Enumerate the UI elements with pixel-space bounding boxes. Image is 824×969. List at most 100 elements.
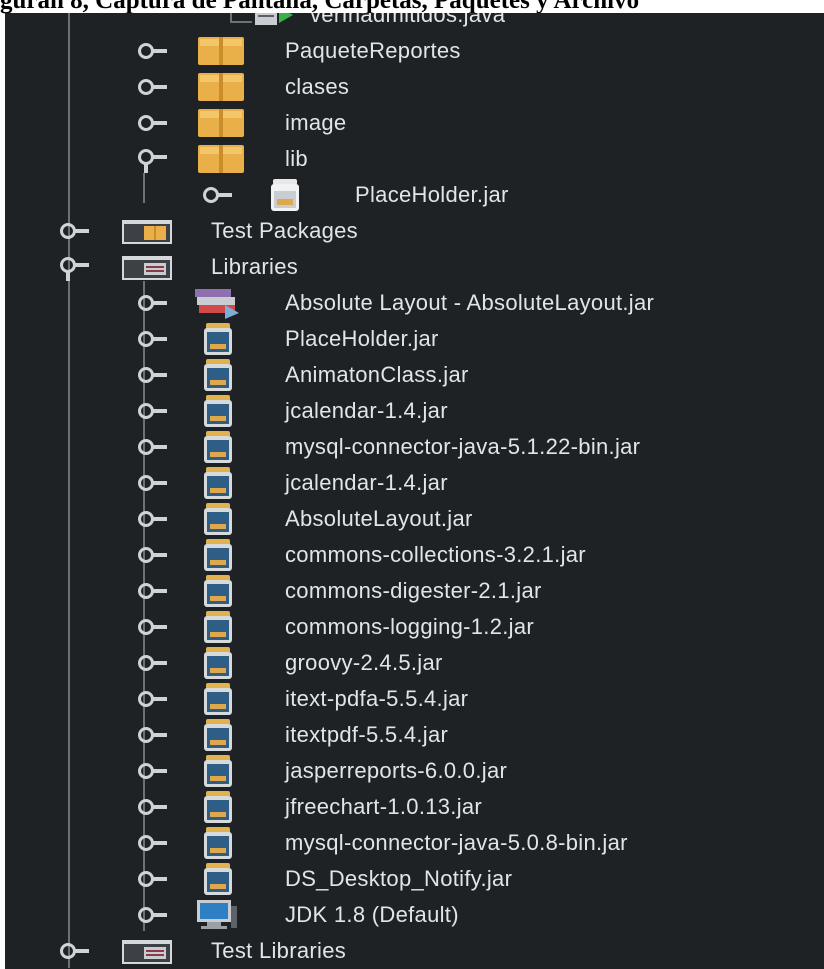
tree-row-verinadmitidos-java[interactable]: verInadmitidos.java: [5, 13, 824, 33]
expand-handle-icon[interactable]: [138, 469, 176, 497]
tree-row-image[interactable]: image: [5, 105, 824, 141]
jdk-icon: [197, 900, 237, 929]
jar-icon: [204, 467, 232, 499]
tree-item-label: verInadmitidos.java: [310, 13, 506, 27]
tree-item-label: PlaceHolder.jar: [285, 326, 439, 351]
package-icon: [198, 73, 244, 101]
expand-handle-icon[interactable]: [138, 613, 176, 641]
package-icon: [198, 109, 244, 137]
libraries-folder-icon: [122, 256, 172, 280]
jar-icon: [204, 539, 232, 571]
tree-item-label: image: [285, 110, 347, 135]
expand-handle-icon[interactable]: [138, 901, 176, 929]
tree-item-label: mysql-connector-java-5.1.22-bin.jar: [285, 434, 641, 459]
jar-icon: [204, 611, 232, 643]
expand-handle-icon[interactable]: [138, 649, 176, 677]
tree-row-jdk[interactable]: JDK 1.8 (Default): [5, 897, 824, 933]
tree-item-label: itextpdf-5.5.4.jar: [285, 722, 449, 747]
tree-row-jar[interactable]: itext-pdfa-5.5.4.jar: [5, 681, 824, 717]
tree-row-jar[interactable]: AbsoluteLayout.jar: [5, 501, 824, 537]
expand-handle-icon[interactable]: [138, 397, 176, 425]
tree-row-jar[interactable]: DS_Desktop_Notify.jar: [5, 861, 824, 897]
tree-item-label: groovy-2.4.5.jar: [285, 650, 443, 675]
collapse-handle-icon[interactable]: [138, 143, 176, 173]
expand-handle-icon[interactable]: [138, 505, 176, 533]
tree-item-label: AbsoluteLayout.jar: [285, 506, 473, 531]
tree-row-placeholder-jar[interactable]: PlaceHolder.jar: [5, 177, 824, 213]
expand-handle-icon[interactable]: [60, 217, 98, 245]
jar-icon: [204, 827, 232, 859]
expand-handle-icon[interactable]: [203, 181, 241, 209]
tree-row-jar[interactable]: jcalendar-1.4.jar: [5, 393, 824, 429]
expand-handle-icon[interactable]: [60, 937, 98, 965]
tree-row-test-libraries[interactable]: Test Libraries: [5, 933, 824, 969]
package-icon: [198, 37, 244, 65]
expand-handle-icon[interactable]: [138, 721, 176, 749]
libraries-folder-icon: [122, 940, 172, 964]
jar-icon: [204, 683, 232, 715]
package-icon: [198, 145, 244, 173]
expand-handle-icon[interactable]: [138, 361, 176, 389]
expand-handle-icon[interactable]: [138, 325, 176, 353]
jar-icon: [204, 755, 232, 787]
jar-icon: [271, 179, 299, 211]
tree-row-jar[interactable]: AnimatonClass.jar: [5, 357, 824, 393]
expand-handle-icon[interactable]: [138, 289, 176, 317]
tree-row-jar[interactable]: commons-logging-1.2.jar: [5, 609, 824, 645]
expand-handle-icon[interactable]: [138, 541, 176, 569]
tree-row-libraries[interactable]: Libraries: [5, 249, 824, 285]
tree-row-lib[interactable]: lib: [5, 141, 824, 177]
tree-row-test-packages[interactable]: Test Packages: [5, 213, 824, 249]
tree-item-label: DS_Desktop_Notify.jar: [285, 866, 513, 891]
jar-icon: [204, 431, 232, 463]
jar-icon: [204, 575, 232, 607]
tree-row-jar[interactable]: jfreechart-1.0.13.jar: [5, 789, 824, 825]
tree-item-label: PaqueteReportes: [285, 38, 461, 63]
expand-handle-icon[interactable]: [138, 37, 176, 65]
jar-icon: [204, 647, 232, 679]
tree-item-label: commons-digester-2.1.jar: [285, 578, 542, 603]
expand-handle-icon[interactable]: [138, 865, 176, 893]
tree-row-jar[interactable]: jcalendar-1.4.jar: [5, 465, 824, 501]
tree-item-label: lib: [285, 146, 308, 171]
expand-handle-icon[interactable]: [138, 577, 176, 605]
expand-handle-icon[interactable]: [138, 685, 176, 713]
project-tree-panel: verInadmitidos.java PaqueteReportes clas…: [5, 13, 824, 969]
expand-handle-icon[interactable]: [138, 433, 176, 461]
tree-row-jar[interactable]: commons-collections-3.2.1.jar: [5, 537, 824, 573]
tree-item-label: JDK 1.8 (Default): [285, 902, 459, 927]
tree-item-label: Test Libraries: [211, 938, 347, 963]
tree-row-absolute-layout-library[interactable]: Absolute Layout - AbsoluteLayout.jar: [5, 285, 824, 321]
expand-handle-icon[interactable]: [138, 793, 176, 821]
expand-handle-icon[interactable]: [138, 109, 176, 137]
tree-row-jar[interactable]: mysql-connector-java-5.1.22-bin.jar: [5, 429, 824, 465]
tree-item-label: mysql-connector-java-5.0.8-bin.jar: [285, 830, 628, 855]
jar-icon: [204, 359, 232, 391]
java-file-icon: [255, 13, 293, 25]
jar-icon: [204, 719, 232, 751]
tree-row-jar[interactable]: PlaceHolder.jar: [5, 321, 824, 357]
tree-row-jar[interactable]: groovy-2.4.5.jar: [5, 645, 824, 681]
expand-handle-icon[interactable]: [138, 829, 176, 857]
tree-row-paquetereportes[interactable]: PaqueteReportes: [5, 33, 824, 69]
jar-icon: [204, 503, 232, 535]
tree-row-jar[interactable]: mysql-connector-java-5.0.8-bin.jar: [5, 825, 824, 861]
tree-item-label: AnimatonClass.jar: [285, 362, 469, 387]
collapse-handle-icon[interactable]: [60, 251, 98, 281]
tree-row-jar[interactable]: commons-digester-2.1.jar: [5, 573, 824, 609]
tree-item-label: commons-logging-1.2.jar: [285, 614, 535, 639]
tree-item-label: Libraries: [211, 254, 299, 279]
expand-handle-icon[interactable]: [138, 73, 176, 101]
tree-item-label: Test Packages: [211, 218, 358, 243]
tree-item-label: jasperreports-6.0.0.jar: [285, 758, 508, 783]
tree-item-label: jfreechart-1.0.13.jar: [285, 794, 483, 819]
tree-item-label: PlaceHolder.jar: [355, 182, 509, 207]
tree-row-clases[interactable]: clases: [5, 69, 824, 105]
expand-handle-icon[interactable]: [138, 757, 176, 785]
tree-item-label: clases: [285, 74, 350, 99]
tree-item-label: commons-collections-3.2.1.jar: [285, 542, 586, 567]
jar-icon: [204, 395, 232, 427]
tree-row-jar[interactable]: jasperreports-6.0.0.jar: [5, 753, 824, 789]
tree-row-jar[interactable]: itextpdf-5.5.4.jar: [5, 717, 824, 753]
library-icon: [195, 289, 239, 319]
